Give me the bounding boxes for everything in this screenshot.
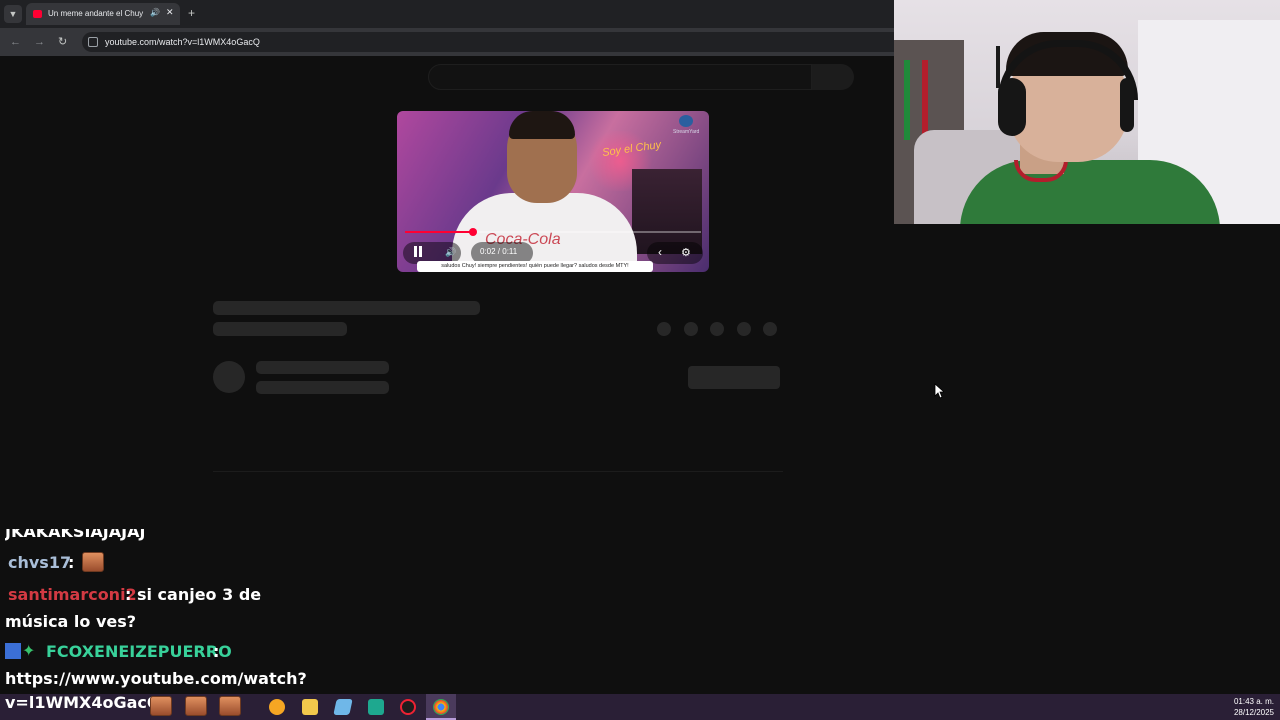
streamyard-logo-icon: [679, 115, 693, 127]
speaker-icon[interactable]: 🔊: [150, 8, 160, 17]
tab-close-icon[interactable]: ✕: [166, 7, 174, 18]
reload-icon[interactable]: ↻: [58, 35, 67, 49]
progress-fill: [405, 231, 474, 233]
browser-tab-active[interactable]: Un meme andante el Chuy 🔊 ✕: [26, 3, 180, 25]
streamyard-label: StreamYard: [673, 129, 700, 135]
chat-separator: :: [68, 553, 75, 572]
chat-username: FCOXENEIZEPUERRO: [46, 642, 232, 661]
chat-link-text: https://www.youtube.com/watch?: [5, 669, 307, 688]
notepad-icon[interactable]: [333, 699, 353, 715]
chat-username: chvs17: [8, 553, 72, 572]
skeleton-title-line: [213, 301, 480, 315]
chat-message: : si canjeo 3 de: [125, 585, 262, 604]
headset-mic: [996, 46, 1000, 88]
tab-title: Un meme andante el Chuy: [48, 9, 144, 18]
back-arrow-icon[interactable]: ←: [10, 35, 21, 49]
skeleton-action-dot: [710, 322, 724, 336]
chat-message-continuation: música lo ves?: [5, 612, 137, 631]
chat-emote-icon: [219, 696, 241, 716]
skeleton-subscribers-line: [256, 381, 389, 394]
gear-icon[interactable]: ⚙: [681, 246, 691, 259]
mouse-cursor-icon: [934, 383, 944, 399]
skeleton-action-dot: [763, 322, 777, 336]
forward-arrow-icon[interactable]: →: [34, 35, 45, 49]
chat-emote-icon: [82, 552, 104, 572]
skeleton-action-dot: [657, 322, 671, 336]
search-button[interactable]: [812, 64, 854, 90]
progress-bar[interactable]: [405, 228, 701, 236]
browser-toolbar: ← → ↻ youtube.com/watch?v=l1WMX4oGacQ: [0, 28, 894, 56]
chat-emote-icon: [185, 696, 207, 716]
youtube-favicon-icon: [33, 10, 42, 18]
search-input[interactable]: [428, 64, 812, 90]
skeleton-avatar: [213, 361, 245, 393]
skeleton-action-dot: [737, 322, 751, 336]
tab-search-button[interactable]: ▼: [4, 5, 22, 23]
new-tab-button[interactable]: +: [188, 6, 195, 20]
screen: ▼ Un meme andante el Chuy 🔊 ✕ + ← → ↻ yo…: [0, 0, 1280, 720]
chat-partial-line: JKAKAKSIAJAJAJ: [5, 522, 146, 541]
headset-earcup-left: [998, 78, 1026, 136]
video-caption: saludos Chuy! siempre pendientes! quién …: [417, 261, 653, 272]
chat-separator: :: [213, 642, 220, 661]
chat-username: santimarconi2: [8, 585, 137, 604]
skeleton-subscribe-button: [688, 366, 780, 389]
skeleton-subtitle-line: [213, 322, 347, 336]
app-teal-icon[interactable]: [368, 699, 384, 715]
time-display: 0:02 / 0:11: [480, 247, 518, 256]
webcam-jersey-stripe: [922, 60, 928, 140]
chat-overlay: JKAKAKSIAJAJAJ chvs17 : santimarconi2 : …: [0, 522, 307, 694]
volume-icon[interactable]: 🔊: [445, 247, 456, 258]
skeleton-channel-line: [256, 361, 389, 374]
browser-orange-icon[interactable]: [269, 699, 285, 715]
section-divider: [213, 471, 783, 472]
chrome-icon[interactable]: [433, 699, 449, 715]
clock-date: 28/12/2025: [1233, 708, 1274, 717]
sparkle-badge-icon: ✦: [22, 641, 36, 660]
headset-earcup-right: [1120, 78, 1134, 132]
pause-icon[interactable]: [414, 246, 422, 257]
browser-tab-strip: ▼ Un meme andante el Chuy 🔊 ✕ +: [0, 0, 894, 28]
chat-link-text-overflow: v=l1WMX4oGacQ: [5, 693, 161, 712]
webcam-person-torso: [960, 160, 1220, 224]
obs-icon[interactable]: [400, 699, 416, 715]
system-clock[interactable]: 01:43 a. m. 28/12/2025: [1234, 696, 1274, 718]
chevron-left-icon[interactable]: ‹: [658, 245, 662, 259]
taskbar: v=l1WMX4oGacQ 01:43 a. m. 28/12/2025: [0, 693, 1280, 720]
webcam-jersey-stripe: [904, 60, 910, 140]
file-explorer-icon[interactable]: [302, 699, 318, 715]
webcam-overlay: [894, 0, 1280, 224]
clock-time: 01:43 a. m.: [1233, 697, 1274, 706]
video-person-hair: [509, 111, 575, 139]
skeleton-action-dot: [684, 322, 698, 336]
site-info-icon[interactable]: [88, 37, 98, 47]
url-text[interactable]: youtube.com/watch?v=l1WMX4oGacQ: [105, 37, 260, 47]
address-bar[interactable]: youtube.com/watch?v=l1WMX4oGacQ: [82, 32, 894, 52]
video-player[interactable]: Soy el Chuy Coca-Cola StreamYard 🔊 0:02 …: [397, 111, 709, 272]
arrow-badge-icon: [5, 643, 21, 659]
chat-emote-icon: [150, 696, 172, 716]
settings-pill: [647, 242, 703, 264]
